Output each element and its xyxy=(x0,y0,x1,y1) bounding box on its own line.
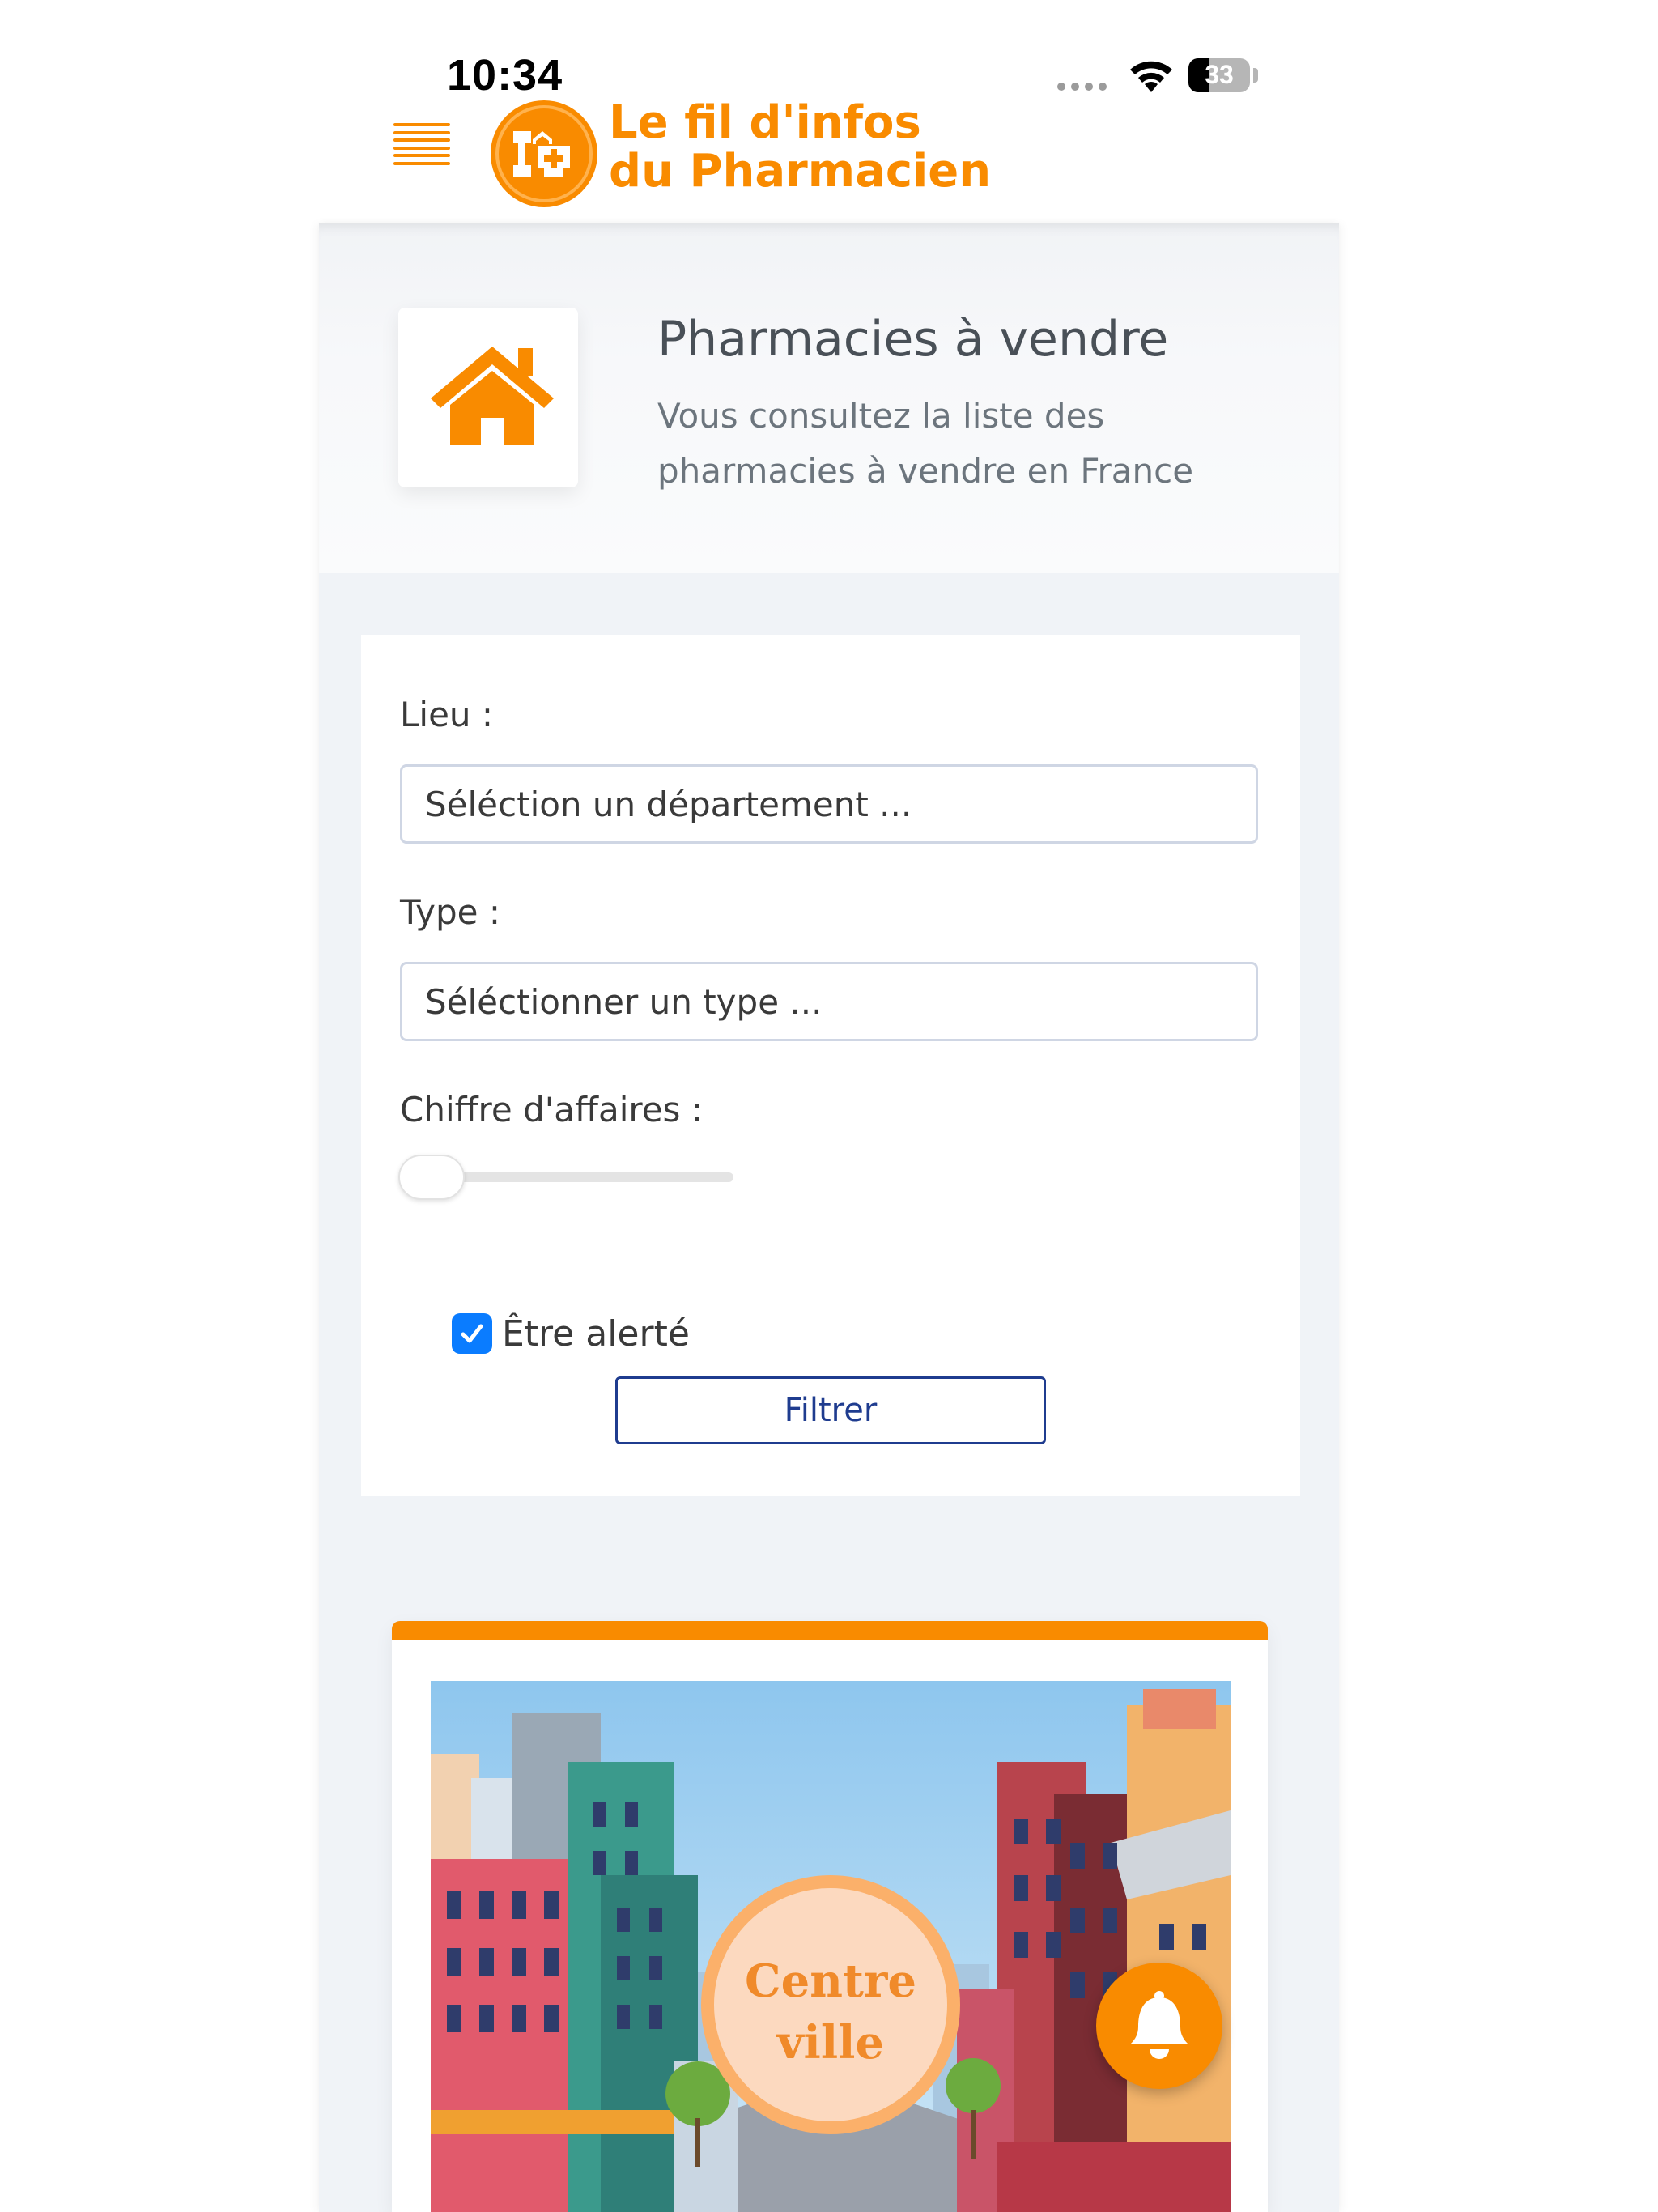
alert-bell-button[interactable] xyxy=(1096,1963,1222,2089)
cellular-signal-icon xyxy=(1057,83,1107,91)
chiffre-affaires-label: Chiffre d'affaires : xyxy=(400,1090,703,1129)
battery-icon: 33 xyxy=(1188,58,1250,92)
logo-icon[interactable] xyxy=(491,100,597,207)
department-select-placeholder: Séléction un département ... xyxy=(425,784,912,824)
alert-checkbox-label[interactable]: Être alerté xyxy=(502,1313,690,1355)
department-select[interactable]: Séléction un département ... xyxy=(400,764,1258,844)
status-time: 10:34 xyxy=(447,51,563,100)
lieu-label: Lieu : xyxy=(400,695,494,734)
type-select[interactable]: Séléctionner un type ... xyxy=(400,962,1258,1041)
type-select-placeholder: Séléctionner un type ... xyxy=(425,981,823,1022)
page-subtitle: Vous consultez la liste des pharmacies à… xyxy=(657,396,1194,491)
hamburger-menu-icon[interactable] xyxy=(393,123,450,165)
listing-image-caption-line-2: ville xyxy=(776,2016,884,2069)
bell-icon xyxy=(1130,1991,1188,2059)
logo-title[interactable]: Le fil d'infos du Pharmacien xyxy=(609,99,991,196)
logo-line-1: Le fil d'infos xyxy=(609,96,921,149)
home-icon xyxy=(431,347,554,445)
filter-button[interactable]: Filtrer xyxy=(615,1376,1046,1444)
logo-line-2: du Pharmacien xyxy=(609,145,992,198)
wifi-icon xyxy=(1130,61,1172,92)
alert-checkbox[interactable] xyxy=(452,1313,492,1354)
listing-image-city-street[interactable]: Centre ville xyxy=(431,1681,1231,2212)
listing-image-caption-line-1: Centre xyxy=(745,1955,916,2008)
chiffre-affaires-slider-thumb[interactable] xyxy=(398,1155,465,1200)
battery-level: 33 xyxy=(1205,60,1234,89)
checkmark-icon xyxy=(461,1324,483,1343)
type-label: Type : xyxy=(400,892,500,932)
page-title: Pharmacies à vendre xyxy=(657,311,1169,368)
battery-cap xyxy=(1253,68,1258,83)
